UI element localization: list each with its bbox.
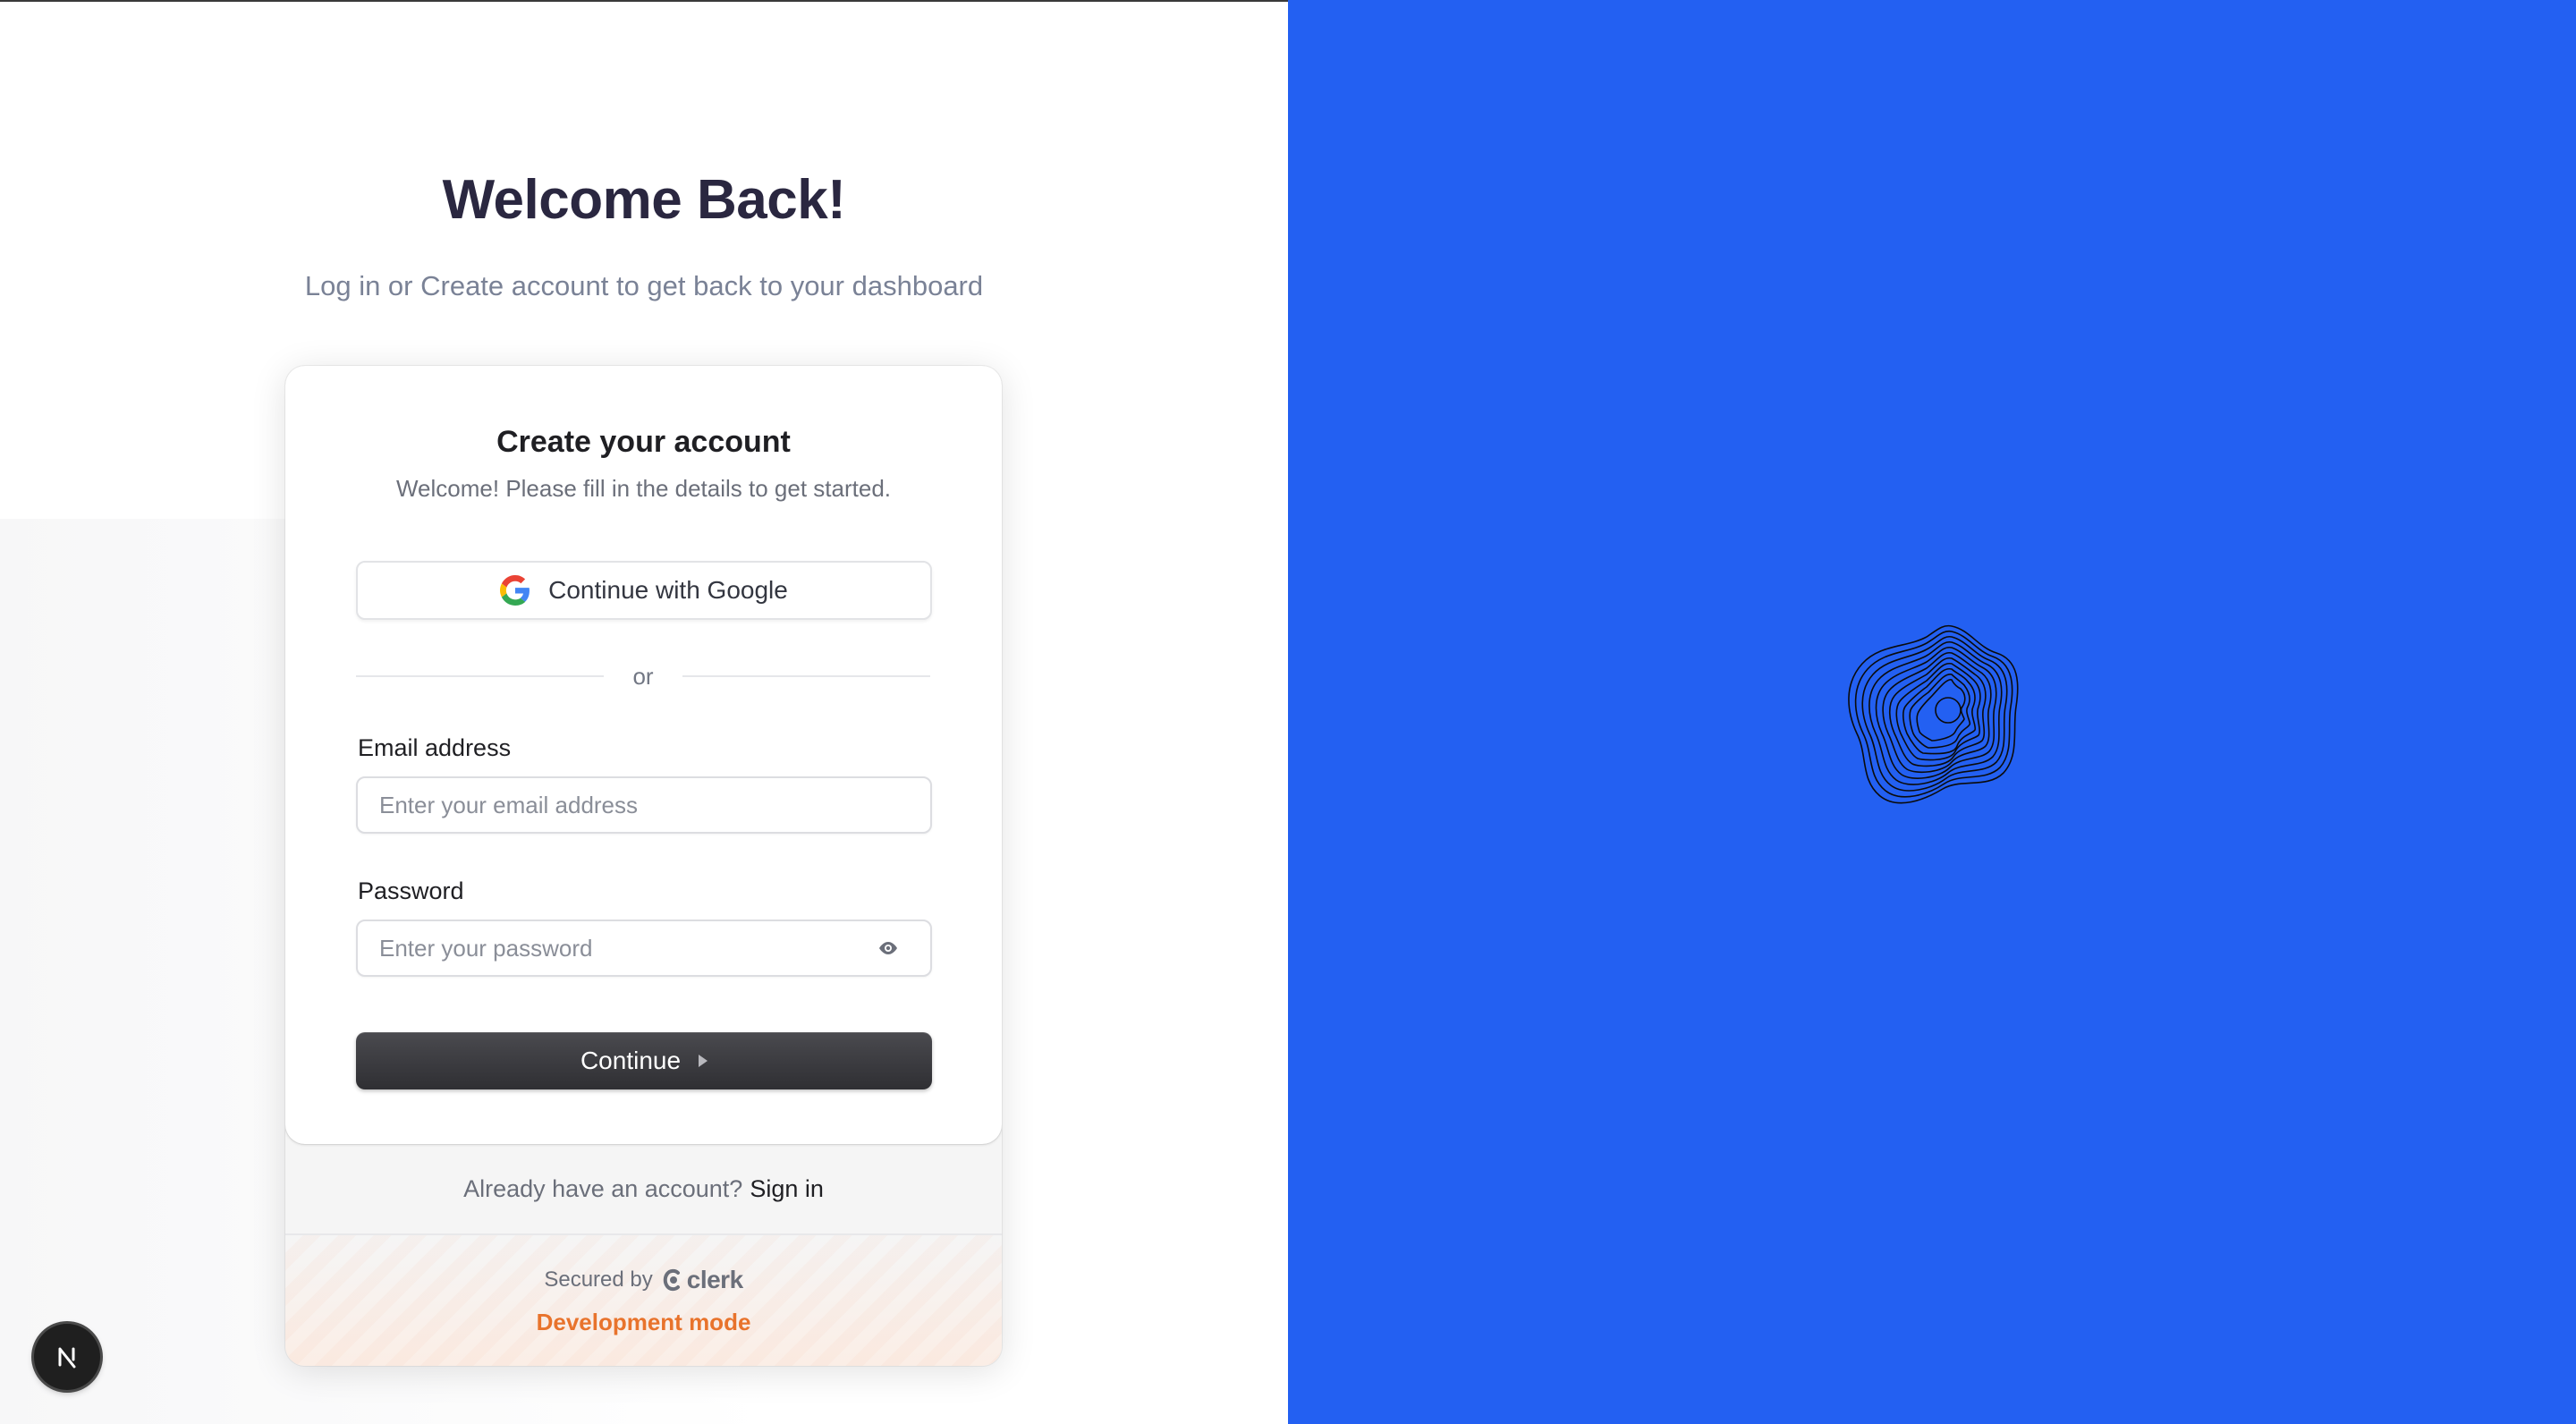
sign-in-link[interactable]: Sign in xyxy=(750,1175,824,1203)
eye-icon[interactable] xyxy=(877,938,900,958)
signup-card: Create your account Welcome! Please fill… xyxy=(285,366,1002,1366)
top-border xyxy=(0,0,1288,2)
page: Welcome Back! Log in or Create account t… xyxy=(0,0,2576,1424)
divider-line-right xyxy=(682,675,930,677)
signup-card-body: Create your account Welcome! Please fill… xyxy=(285,366,1002,1144)
nextjs-icon xyxy=(58,1347,76,1369)
page-title: Welcome Back! xyxy=(442,169,846,231)
signin-footer: Already have an account? Sign in xyxy=(285,1144,1002,1233)
clerk-logo-icon xyxy=(663,1268,680,1292)
card-subtitle: Welcome! Please fill in the details to g… xyxy=(395,475,892,502)
email-field-box xyxy=(356,776,932,834)
divider-line-left xyxy=(356,675,605,677)
or-divider: or xyxy=(356,658,930,694)
dev-mode-footer: Secured by clerk Development mode xyxy=(285,1235,1002,1366)
continue-button-label: Continue xyxy=(580,1047,682,1074)
caret-right-icon xyxy=(699,1055,708,1067)
development-mode-label: Development mode xyxy=(536,1309,751,1335)
secured-by-text: Secured by xyxy=(544,1267,653,1292)
email-field[interactable] xyxy=(358,778,880,832)
secured-by: Secured by clerk xyxy=(285,1266,1002,1294)
password-label: Password xyxy=(358,877,464,904)
clerk-brand-text: clerk xyxy=(686,1266,743,1293)
card-title: Create your account xyxy=(496,425,791,459)
password-field[interactable] xyxy=(358,921,880,975)
signin-question: Already have an account? xyxy=(463,1174,743,1202)
google-button-label: Continue with Google xyxy=(548,576,788,604)
divider-text: or xyxy=(632,662,654,690)
page-subtitle: Log in or Create account to get back to … xyxy=(304,270,984,301)
email-label: Email address xyxy=(358,734,512,761)
google-icon xyxy=(500,575,530,606)
continue-with-google-button[interactable]: Continue with Google xyxy=(356,561,932,620)
password-field-box xyxy=(356,920,932,977)
nextjs-dev-indicator[interactable] xyxy=(34,1324,100,1390)
continue-button[interactable]: Continue xyxy=(356,1032,932,1089)
hero-blob-graphic xyxy=(1848,624,2019,804)
clerk-logo[interactable]: clerk xyxy=(662,1266,743,1294)
